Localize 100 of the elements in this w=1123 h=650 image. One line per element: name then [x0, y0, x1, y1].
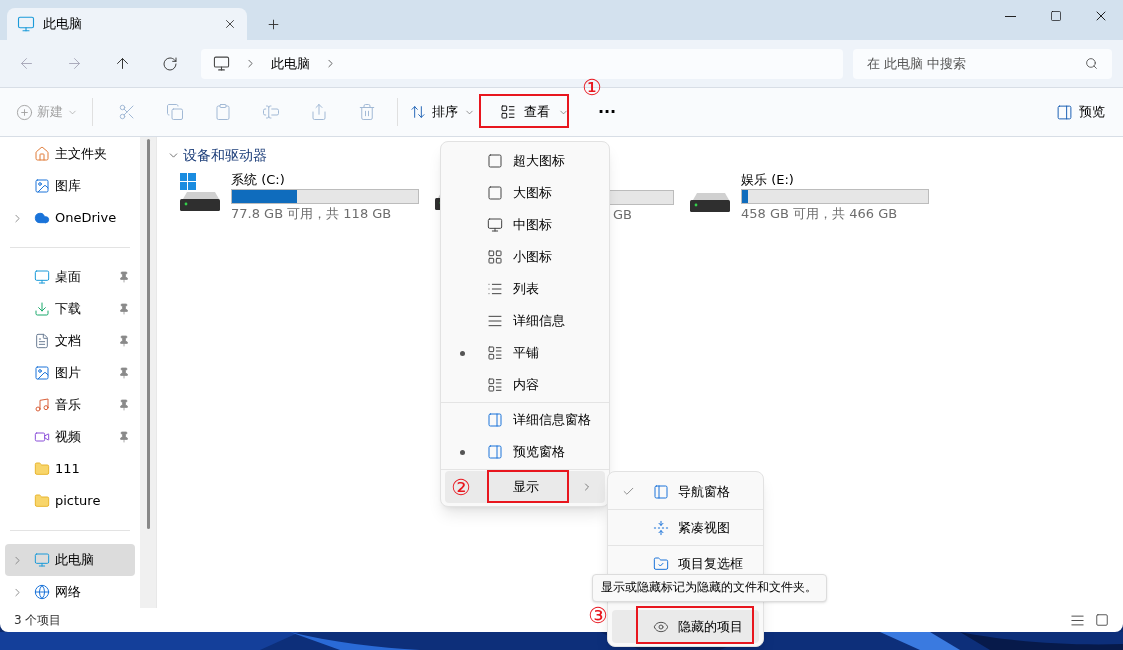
search-field[interactable]: 在 此电脑 中搜索: [853, 48, 1112, 79]
drive-usage: 458 GB 可用，共 466 GB: [741, 205, 899, 223]
compact-icon: [653, 519, 669, 536]
menu-label: 预览窗格: [512, 443, 566, 462]
sidebar-label: 111: [55, 460, 81, 479]
menu-item[interactable]: 预览窗格: [445, 436, 605, 468]
sidebar-label: OneDrive: [55, 209, 118, 228]
refresh-icon: [162, 55, 178, 72]
menu-item[interactable]: 超大图标: [445, 145, 605, 177]
clipboard-icon: [214, 103, 232, 121]
plus-icon: [265, 16, 281, 32]
menu-item[interactable]: 大图标: [445, 177, 605, 209]
menu-label: 显示: [512, 478, 540, 497]
sidebar-item[interactable]: 视频: [5, 421, 135, 453]
pin-icon: [118, 367, 130, 379]
sidebar-label: 图片: [55, 364, 82, 383]
sidebar-item[interactable]: 主文件夹: [5, 138, 135, 170]
pane-icon: [653, 483, 669, 500]
menu-label: 隐藏的项目: [678, 617, 743, 636]
tiles-view-icon: [1095, 613, 1109, 627]
breadcrumb[interactable]: 此电脑: [271, 53, 310, 74]
menu-label: 紧凑视图: [678, 518, 730, 537]
home-icon: [34, 146, 50, 162]
menu-item[interactable]: 列表: [445, 273, 605, 305]
drive-usage: 77.8 GB 可用，共 118 GB: [231, 205, 393, 223]
sidebar-item[interactable]: OneDrive: [5, 202, 135, 234]
view-icon: [499, 104, 516, 120]
drive-icon: [690, 192, 730, 212]
pane-icon: [487, 444, 503, 460]
menu-item[interactable]: 详细信息窗格: [445, 404, 605, 436]
globe-icon: [34, 584, 50, 600]
menu-item[interactable]: 详细信息: [445, 305, 605, 337]
menu-item[interactable]: 紧凑视图: [612, 511, 759, 544]
sidebar-item[interactable]: picture: [5, 485, 135, 517]
system-drive-icon: [180, 173, 220, 211]
group-header[interactable]: 设备和驱动器: [183, 145, 267, 166]
menu-label: 项目复选框: [678, 554, 743, 573]
maximize-icon: [1049, 10, 1062, 22]
menu-item[interactable]: 平铺: [445, 337, 605, 369]
tiles-icon: [487, 345, 503, 361]
address-bar[interactable]: 此电脑: [201, 48, 843, 79]
document-icon: [34, 333, 50, 349]
menu-item[interactable]: 隐藏的项目: [612, 610, 759, 643]
pane-icon: [1056, 103, 1073, 121]
menu-item[interactable]: 中图标: [445, 209, 605, 241]
menu-item[interactable]: 小图标: [445, 241, 605, 273]
sidebar-item[interactable]: 网络: [5, 576, 135, 608]
grid-icon: [487, 249, 503, 265]
menu-label: 小图标: [512, 248, 553, 267]
share-icon: [310, 103, 328, 121]
list-icon: [487, 281, 503, 297]
tab-title: 此电脑: [43, 15, 83, 34]
sort-icon: [410, 104, 426, 120]
gallery-icon: [34, 178, 50, 194]
menu-item[interactable]: 内容: [445, 369, 605, 401]
sidebar-item[interactable]: 桌面: [5, 261, 135, 293]
trash-icon: [358, 103, 376, 121]
music-icon: [34, 397, 50, 413]
sidebar-label: 主文件夹: [55, 145, 108, 164]
annotation-number: ②: [451, 476, 471, 500]
menu-label: 详细信息窗格: [512, 411, 592, 430]
menu-label: 导航窗格: [678, 482, 730, 501]
pane-icon: [487, 412, 503, 428]
sidebar-label: 图库: [55, 177, 82, 196]
sidebar-item[interactable]: 下载: [5, 293, 135, 325]
tab[interactable]: 此电脑: [7, 8, 247, 40]
sidebar-item[interactable]: 111: [5, 453, 135, 485]
search-icon: [1085, 56, 1098, 70]
menu-label: 内容: [512, 376, 540, 395]
sidebar-item[interactable]: 图库: [5, 170, 135, 202]
sidebar-item[interactable]: 文档: [5, 325, 135, 357]
pin-icon: [118, 431, 130, 443]
preview-button[interactable]: 预览: [1050, 96, 1111, 128]
sidebar-item[interactable]: 此电脑: [5, 544, 135, 576]
view-button[interactable]: 查看: [489, 96, 579, 128]
annotation-number: ③: [588, 604, 608, 628]
sidebar-item[interactable]: 图片: [5, 357, 135, 389]
scrollbar-thumb[interactable]: [146, 139, 150, 529]
drive-usage: GB: [613, 206, 633, 224]
sidebar-label: 音乐: [55, 396, 82, 415]
download-icon: [34, 301, 50, 317]
minimize-icon: [1005, 15, 1016, 17]
drive-name: 娱乐 (E:): [741, 171, 795, 189]
tooltip-text: 显示或隐藏标记为隐藏的文件和文件夹。: [601, 579, 817, 597]
monitor-icon: [487, 217, 503, 233]
item-count: 3 个项目: [14, 612, 62, 629]
sidebar-item[interactable]: 音乐: [5, 389, 135, 421]
sort-button[interactable]: 排序: [404, 96, 481, 128]
monitor-icon: [17, 15, 35, 33]
scissors-icon: [118, 103, 136, 121]
sidebar-label: 下载: [55, 300, 82, 319]
plus-circle-icon: [16, 103, 33, 121]
menu-label: 列表: [512, 280, 540, 299]
copy-icon: [166, 103, 184, 121]
menu-item[interactable]: 导航窗格: [612, 475, 759, 508]
sidebar-label: 视频: [55, 428, 82, 447]
close-icon: [223, 17, 237, 31]
monitor-icon: [213, 55, 230, 72]
drive-name: 系统 (C:): [231, 171, 286, 189]
menu-label: 平铺: [512, 344, 540, 363]
